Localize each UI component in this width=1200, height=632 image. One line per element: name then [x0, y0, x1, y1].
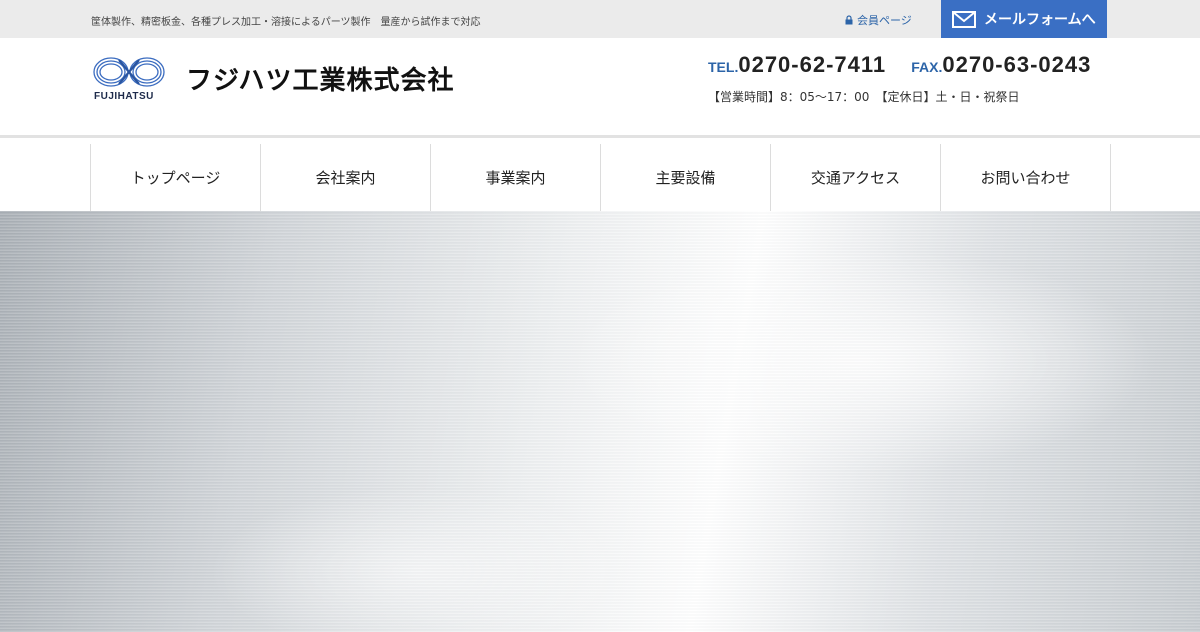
company-logo-icon[interactable]: [91, 54, 167, 90]
global-nav-list: トップページ 会社案内 事業案内 主要設備 交通アクセス お問い合わせ: [90, 144, 1111, 211]
mail-form-label: メールフォームへ: [984, 12, 1096, 28]
nav-item-equipment[interactable]: 主要設備: [601, 144, 771, 211]
contact-numbers: TEL.0270-62-7411 FAX.0270-63-0243: [708, 52, 1091, 78]
tel-number: 0270-62-7411: [738, 52, 887, 77]
global-nav: トップページ 会社案内 事業案内 主要設備 交通アクセス お問い合わせ: [0, 141, 1200, 211]
nav-item-access[interactable]: 交通アクセス: [771, 144, 941, 211]
hero-image: [0, 211, 1200, 632]
top-bar: 筐体製作、精密板金、各種プレス加工・溶接によるパーツ製作 量産から試作まで対応 …: [0, 0, 1200, 38]
business-hours: 【営業時間】8：05～17：00 【定休日】土・日・祝祭日: [708, 90, 1020, 104]
company-name: フジハツ工業株式会社: [186, 66, 455, 96]
member-page-link[interactable]: 会員ページ: [845, 12, 912, 28]
nav-item-top[interactable]: トップページ: [91, 144, 261, 211]
member-page-label: 会員ページ: [857, 14, 912, 27]
lock-icon: [845, 15, 853, 25]
nav-item-business[interactable]: 事業案内: [431, 144, 601, 211]
fax-label: FAX.: [911, 59, 943, 75]
mail-icon: [952, 10, 976, 28]
mail-form-button[interactable]: メールフォームへ: [941, 0, 1107, 38]
logo-wordmark: FUJIHATSU: [94, 91, 154, 102]
nav-item-company[interactable]: 会社案内: [261, 144, 431, 211]
site-tagline: 筐体製作、精密板金、各種プレス加工・溶接によるパーツ製作 量産から試作まで対応: [91, 17, 481, 28]
tel-label: TEL.: [708, 59, 739, 75]
fax-number: 0270-63-0243: [942, 52, 1092, 77]
nav-item-contact[interactable]: お問い合わせ: [941, 144, 1111, 211]
